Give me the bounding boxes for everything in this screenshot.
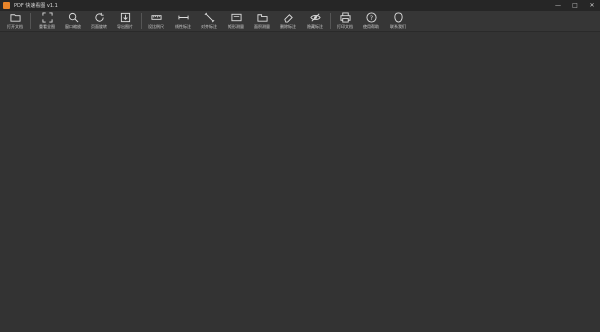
aligned-icon	[204, 12, 214, 23]
maximize-button[interactable]: □	[571, 2, 579, 10]
minimize-button[interactable]: —	[554, 2, 562, 10]
zoom-icon	[68, 12, 78, 23]
window-title: PDF 快速看图 v1.1	[14, 3, 58, 9]
aligned-dimension-button[interactable]: 对齐标注	[196, 11, 222, 31]
app-logo-icon	[3, 2, 10, 9]
delete-annotation-button[interactable]: 删除标注	[275, 11, 301, 31]
window-controls: — □ ✕	[554, 0, 596, 11]
fit-all-label: 重看全图	[39, 24, 55, 29]
rotate-page-label: 页面旋转	[91, 24, 107, 29]
window-zoom-button[interactable]: 窗口缩放	[60, 11, 86, 31]
toolbar-separator	[141, 13, 142, 29]
area-measure-label: 面积测量	[254, 24, 270, 29]
linear-icon	[177, 15, 189, 20]
open-document-button[interactable]: 打开文档	[2, 11, 28, 31]
print-document-button[interactable]: 打印文档	[332, 11, 358, 31]
fit-icon	[41, 12, 53, 23]
set-scale-button[interactable]: 设比例尺	[143, 11, 169, 31]
delete-annotation-label: 删除标注	[280, 24, 296, 29]
hide-annotation-label: 隐藏标注	[307, 24, 323, 29]
rectangle-measure-label: 矩形测量	[228, 24, 244, 29]
rect-measure-icon	[230, 13, 242, 22]
document-view-area[interactable]	[0, 32, 600, 332]
export-image-button[interactable]: 导出图片	[112, 11, 138, 31]
window-zoom-label: 窗口缩放	[65, 24, 81, 29]
area-icon	[256, 14, 268, 22]
print-icon	[339, 12, 351, 23]
close-button[interactable]: ✕	[588, 2, 596, 10]
set-scale-label: 设比例尺	[148, 24, 164, 29]
linear-dimension-button[interactable]: 线性标注	[170, 11, 196, 31]
help-icon: ?	[365, 12, 377, 23]
aligned-dimension-label: 对齐标注	[201, 24, 217, 29]
hide-annotation-button[interactable]: 隐藏标注	[302, 11, 328, 31]
rotate-page-button[interactable]: 页面旋转	[86, 11, 112, 31]
print-document-label: 打印文档	[337, 24, 353, 29]
linear-dimension-label: 线性标注	[175, 24, 191, 29]
help-label: 使用帮助	[363, 24, 379, 29]
contact-us-label: 联系我们	[390, 24, 406, 29]
rectangle-measure-button[interactable]: 矩形测量	[223, 11, 249, 31]
toolbar-separator	[330, 13, 331, 29]
hide-icon	[309, 13, 321, 22]
app-window: PDF 快速看图 v1.1 — □ ✕ 打开文档 重看全图 窗口缩放 页面旋转 …	[0, 0, 600, 332]
rotate-icon	[94, 12, 104, 22]
contact-us-button[interactable]: 联系我们	[385, 11, 411, 31]
toolbar: 打开文档 重看全图 窗口缩放 页面旋转 导出图片 设比例尺 线性标注 对齐标注 …	[0, 11, 600, 32]
area-measure-button[interactable]: 面积测量	[249, 11, 275, 31]
open-document-label: 打开文档	[7, 24, 23, 29]
fit-all-button[interactable]: 重看全图	[34, 11, 60, 31]
export-icon	[120, 12, 130, 23]
svg-text:?: ?	[369, 14, 372, 22]
folder-icon	[9, 14, 21, 22]
eraser-icon	[283, 14, 293, 23]
export-image-label: 导出图片	[117, 24, 133, 29]
help-button[interactable]: ? 使用帮助	[358, 11, 384, 31]
toolbar-separator	[30, 13, 31, 29]
title-bar: PDF 快速看图 v1.1 — □ ✕	[0, 0, 600, 11]
scale-icon	[150, 15, 162, 20]
contact-icon	[393, 12, 403, 23]
